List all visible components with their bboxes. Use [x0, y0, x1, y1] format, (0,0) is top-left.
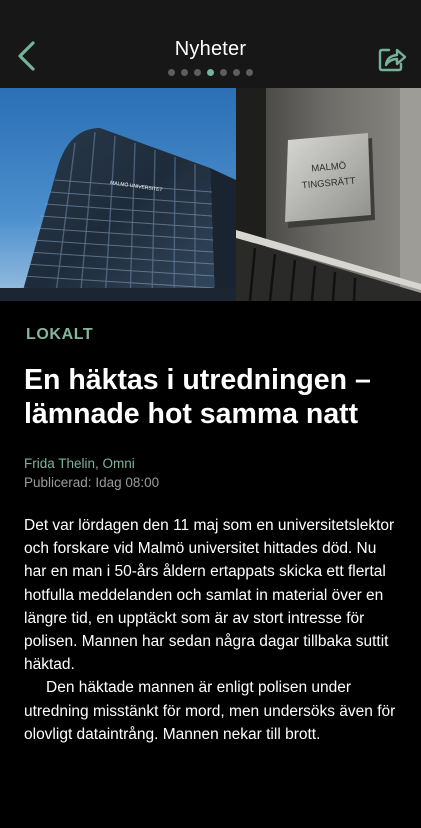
article-headline: En häktas i utredningen – lämnade hot sa… — [24, 364, 371, 430]
court-sign-photo: MALMÖ TINGSRÄTT — [236, 88, 421, 301]
article-body: Det var lördagen den 11 maj som en unive… — [24, 514, 402, 746]
share-icon — [378, 48, 407, 72]
article-category[interactable]: LOKALT — [26, 326, 93, 344]
publish-date: Publicerad: Idag 08:00 — [24, 475, 159, 490]
page-dot[interactable] — [246, 69, 253, 76]
share-button[interactable] — [377, 44, 407, 74]
hero-image: MALMÖ UNIVERSITET MALMÖ TINGSRÄTT — [0, 88, 421, 301]
article-author[interactable]: Frida Thelin, Omni — [24, 456, 135, 471]
page-dot[interactable] — [194, 69, 201, 76]
page-title: Nyheter — [174, 38, 247, 60]
publish-date-value: Idag 08:00 — [95, 475, 160, 490]
page-indicator — [0, 69, 421, 76]
page-dot[interactable] — [181, 69, 188, 76]
page-dot[interactable] — [220, 69, 227, 76]
article-paragraph: Den häktade mannen är enligt polisen und… — [24, 679, 396, 743]
article-paragraph: Det var lördagen den 11 maj som en unive… — [24, 517, 395, 674]
publish-date-label: Publicerad: — [24, 475, 92, 490]
page-dot[interactable] — [233, 69, 240, 76]
page-dot-active[interactable] — [207, 69, 214, 76]
building-photo: MALMÖ UNIVERSITET — [0, 88, 236, 301]
page-dot[interactable] — [168, 69, 175, 76]
top-bar: Nyheter — [0, 0, 421, 88]
